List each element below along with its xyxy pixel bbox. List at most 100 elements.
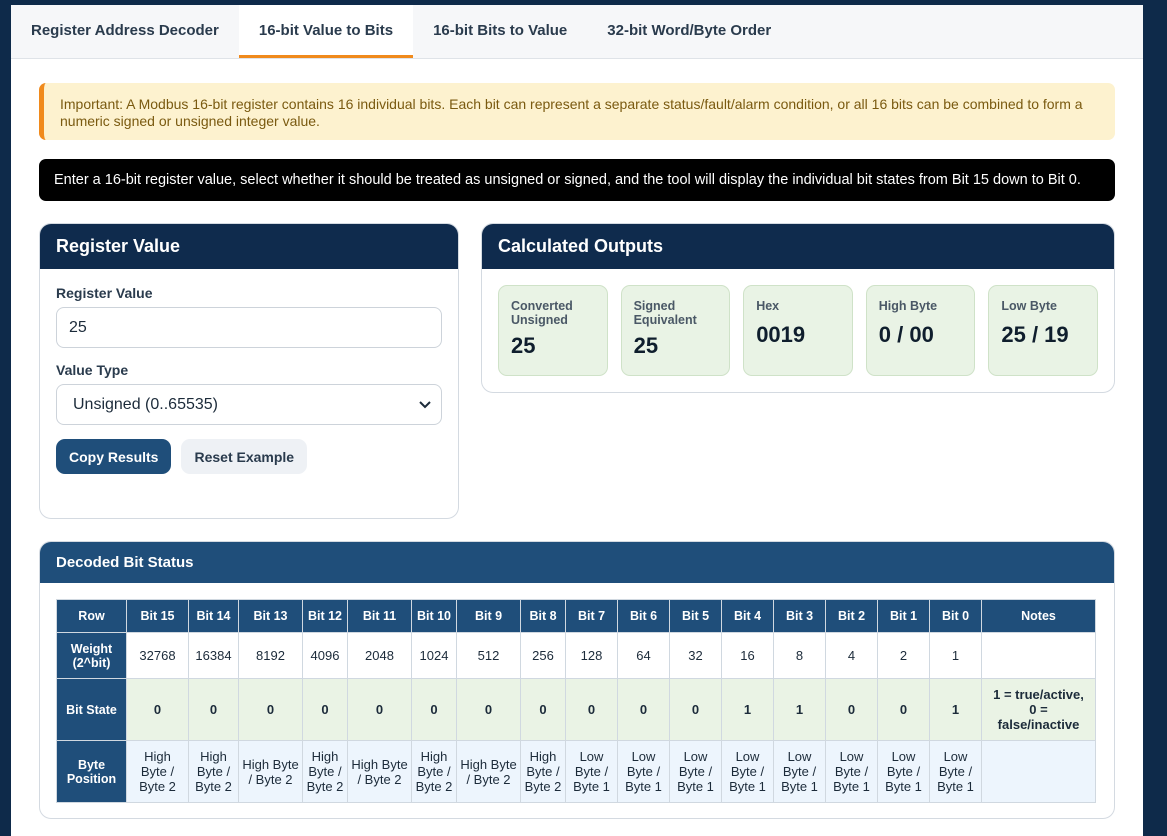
column-header-notes: Notes	[981, 599, 1096, 633]
column-header-bit: Bit 8	[520, 599, 566, 633]
bit-cell: 256	[520, 632, 566, 679]
output-value: 25	[511, 333, 536, 358]
bit-status-table: Row Bit 15 Bit 14 Bit 13 Bit 12 Bit 11 Bit 10 B…	[56, 599, 1096, 803]
column-header-bit: Bit 12	[302, 599, 348, 633]
bit-cell: 8192	[238, 632, 303, 679]
bit-cell: Low Byte / Byte 1	[565, 740, 618, 803]
column-header-bit: Bit 7	[565, 599, 618, 633]
output-label: Signed Equivalent	[633, 299, 697, 327]
column-header-row: Row	[56, 599, 127, 633]
bit-cell: 128	[565, 632, 618, 679]
row-label: Weight (2^bit)	[56, 632, 127, 679]
tab-32bit-word-byte-order[interactable]: 32-bit Word/Byte Order	[587, 5, 791, 58]
important-notice: Important: A Modbus 16-bit register cont…	[39, 83, 1115, 140]
bit-cell: Low Byte / Byte 1	[773, 740, 826, 803]
bit-cell: High Byte / Byte 2	[126, 740, 189, 803]
bit-cell: 0	[126, 678, 189, 741]
table-row: Bit State 0 0 0 0 0 0 0 0 0 0 0 1 1 0 0 1 1 = true/active…	[56, 678, 1096, 741]
register-card-title: Register Value	[40, 224, 458, 269]
output-hex: Hex 0019	[743, 285, 853, 376]
bit-cell: 1	[773, 678, 826, 741]
instructions-banner: Enter a 16-bit register value, select wh…	[39, 159, 1115, 201]
output-signed-equivalent: Signed Equivalent 25	[620, 285, 731, 376]
bit-cell: 32	[669, 632, 722, 679]
outputs-grid: Converted Unsigned 25 Signed Equivalent …	[482, 269, 1114, 376]
bit-cell: 0	[520, 678, 566, 741]
bit-cell: 1	[929, 632, 982, 679]
register-value-input[interactable]	[56, 307, 442, 348]
column-header-bit: Bit 1	[877, 599, 930, 633]
output-value: 25 / 19	[1001, 322, 1069, 347]
tab-16bit-bits-to-value[interactable]: 16-bit Bits to Value	[413, 5, 587, 58]
bit-cell: 8	[773, 632, 826, 679]
column-header-bit: Bit 2	[825, 599, 878, 633]
register-value-card: Register Value Register Value Value Type…	[39, 223, 459, 519]
reset-example-button[interactable]: Reset Example	[181, 439, 308, 474]
bit-cell: 64	[617, 632, 670, 679]
value-type-label: Value Type	[56, 362, 129, 378]
bit-cell: High Byte / Byte 2	[347, 740, 412, 803]
column-header-bit: Bit 14	[188, 599, 239, 633]
note-cell	[981, 740, 1096, 803]
column-header-bit: Bit 3	[773, 599, 826, 633]
value-type-selected: Unsigned (0..65535)	[73, 395, 218, 413]
tab-16bit-value-to-bits[interactable]: 16-bit Value to Bits	[238, 5, 414, 58]
bit-cell: 0	[411, 678, 457, 741]
bit-cell: Low Byte / Byte 1	[669, 740, 722, 803]
bit-cell: 512	[456, 632, 521, 679]
bit-cell: 16	[721, 632, 774, 679]
bit-cell: 2	[877, 632, 930, 679]
decoded-bit-status-card: Decoded Bit Status Row Bit 15 Bit 14 Bit 13…	[39, 541, 1115, 819]
table-header-row: Row Bit 15 Bit 14 Bit 13 Bit 12 Bit 11 Bit 10 B…	[56, 599, 1096, 633]
bit-cell: 4	[825, 632, 878, 679]
table-row: Weight (2^bit) 32768 16384 8192 4096 2048 1024…	[56, 632, 1096, 679]
output-label: Low Byte	[1001, 299, 1057, 313]
bit-cell: Low Byte / Byte 1	[721, 740, 774, 803]
column-header-bit: Bit 0	[929, 599, 982, 633]
output-low-byte: Low Byte 25 / 19	[988, 285, 1098, 376]
tab-register-address-decoder[interactable]: Register Address Decoder	[11, 5, 239, 58]
column-header-bit: Bit 6	[617, 599, 670, 633]
bit-cell: 4096	[302, 632, 348, 679]
bit-cell: 1	[929, 678, 982, 741]
column-header-bit: Bit 4	[721, 599, 774, 633]
copy-results-button[interactable]: Copy Results	[56, 439, 172, 474]
outputs-card-title: Calculated Outputs	[482, 224, 1114, 269]
bit-cell: 0	[617, 678, 670, 741]
bit-cell: High Byte / Byte 2	[411, 740, 457, 803]
output-value: 0019	[756, 322, 806, 347]
chevron-down-icon	[419, 400, 431, 409]
column-header-bit: Bit 13	[238, 599, 303, 633]
row-label: Byte Position	[56, 740, 127, 803]
output-label: Converted Unsigned	[511, 299, 573, 327]
bit-cell: 0	[456, 678, 521, 741]
calculated-outputs-card: Calculated Outputs Converted Unsigned 25…	[481, 223, 1115, 393]
bit-cell: 16384	[188, 632, 239, 679]
bit-cell: High Byte / Byte 2	[302, 740, 348, 803]
output-label: Hex	[756, 299, 780, 313]
note-cell: 1 = true/active, 0 = false/inactive	[981, 678, 1096, 741]
column-header-bit: Bit 10	[411, 599, 457, 633]
bit-cell: 0	[347, 678, 412, 741]
register-value-label: Register Value	[56, 285, 153, 301]
column-header-bit: Bit 15	[126, 599, 189, 633]
column-header-bit: Bit 5	[669, 599, 722, 633]
output-converted-unsigned: Converted Unsigned 25	[498, 285, 608, 376]
bit-cell: 0	[669, 678, 722, 741]
output-value: 0 / 00	[878, 322, 934, 347]
bit-cell: 0	[302, 678, 348, 741]
bit-cell: Low Byte / Byte 1	[825, 740, 878, 803]
bit-cell: 1024	[411, 632, 457, 679]
bits-card-title: Decoded Bit Status	[40, 542, 1114, 583]
instructions-text: Enter a 16-bit register value, select wh…	[54, 172, 1081, 188]
output-high-byte: High Byte 0 / 00	[865, 285, 976, 376]
page: Register Address Decoder 16-bit Value to…	[11, 5, 1143, 836]
value-type-select[interactable]: Unsigned (0..65535)	[56, 384, 442, 425]
bit-cell: High Byte / Byte 2	[188, 740, 239, 803]
bit-cell: Low Byte / Byte 1	[617, 740, 670, 803]
bit-cell: 0	[877, 678, 930, 741]
column-header-bit: Bit 11	[347, 599, 412, 633]
bit-cell: Low Byte / Byte 1	[929, 740, 982, 803]
bit-cell: 1	[721, 678, 774, 741]
bit-cell: 32768	[126, 632, 189, 679]
